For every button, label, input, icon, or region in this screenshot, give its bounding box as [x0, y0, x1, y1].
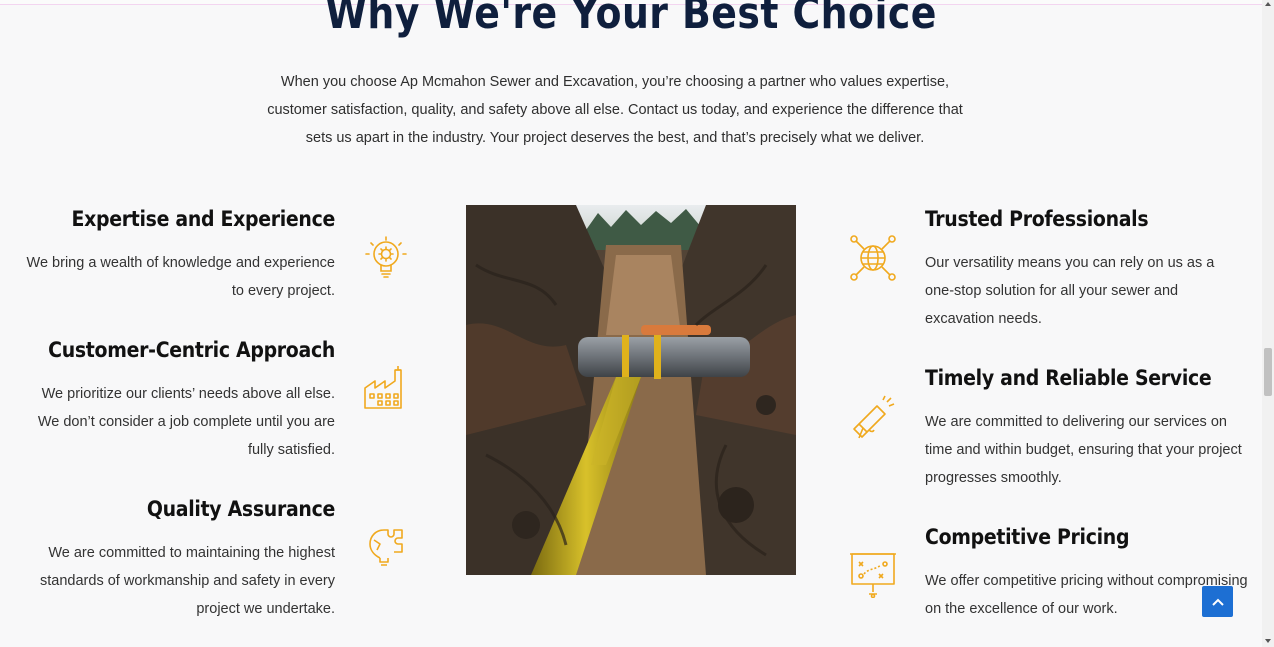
section-title: Why We're Your Best Choice [325, 0, 937, 39]
feature-quality: Quality Assurance We are committed to ma… [20, 495, 335, 623]
feature-title: Trusted Professionals [925, 207, 1149, 231]
puzzle-bulb-icon [369, 529, 403, 566]
feature-expertise: Expertise and Experience We bring a weal… [20, 205, 336, 305]
lightbulb-gear-icon [365, 236, 407, 278]
feature-timely: Timely and Reliable Service We are commi… [925, 364, 1245, 492]
feature-trusted: Trusted Professionals Our versatility me… [925, 205, 1245, 333]
feature-text: We bring a wealth of knowledge and exper… [26, 255, 335, 299]
feature-title: Customer-Centric Approach [48, 338, 335, 362]
factory-icon [364, 366, 402, 409]
feature-title: Quality Assurance [146, 497, 335, 521]
feature-text: We are committed to maintaining the high… [40, 545, 335, 617]
strategy-board-icon [850, 553, 896, 598]
feature-text: We are committed to delivering our servi… [925, 414, 1242, 486]
scrollbar-thumb[interactable] [1264, 348, 1272, 396]
scroll-down-arrow-icon[interactable] [1265, 639, 1271, 643]
feature-customer-centric: Customer-Centric Approach We prioritize … [20, 336, 335, 464]
scroll-to-top-button[interactable] [1202, 586, 1233, 617]
feature-title: Expertise and Experience [71, 207, 335, 231]
page-scrollbar[interactable] [1262, 0, 1274, 647]
feature-title: Timely and Reliable Service [925, 366, 1212, 390]
trench-photo [466, 205, 796, 575]
globe-network-icon [850, 235, 896, 281]
feature-text: Our versatility means you can rely on us… [925, 255, 1215, 327]
feature-text: We prioritize our clients’ needs above a… [37, 386, 335, 458]
megaphone-icon [853, 395, 895, 439]
scroll-up-arrow-icon[interactable] [1265, 2, 1271, 6]
feature-title: Competitive Pricing [925, 525, 1130, 549]
chevron-up-icon [1211, 598, 1224, 606]
section-intro: When you choose Ap Mcmahon Sewer and Exc… [267, 74, 963, 146]
